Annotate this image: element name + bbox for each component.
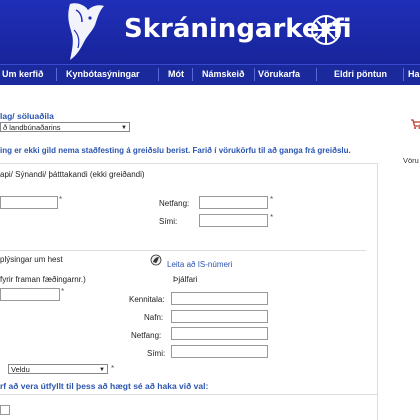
buyer-name-input[interactable] xyxy=(0,196,58,209)
required-mark: * xyxy=(59,195,63,204)
site-header: Skráningarkerfi xyxy=(0,0,420,64)
divider xyxy=(0,163,378,164)
nav-separator xyxy=(316,68,317,81)
nav-item-ha[interactable]: Ha xyxy=(408,69,420,79)
kennitala-label: Kennitala: xyxy=(129,295,165,304)
nav-item-eldri-pontun[interactable]: Eldri pöntun xyxy=(334,69,387,79)
chevron-down-icon: ▼ xyxy=(121,125,127,131)
choose-select[interactable]: Veldu ▼ xyxy=(8,364,108,374)
trainer-heading: Þjálfari xyxy=(173,275,198,284)
organization-select[interactable]: ð landbúnaðarins ▼ xyxy=(0,122,130,132)
horse-is-number-input[interactable] xyxy=(0,288,60,301)
required-fields-note: rf að vera útfyllt til þess að hægt sé a… xyxy=(0,381,209,391)
nafn-label: Nafn: xyxy=(144,313,164,322)
horse-logo-icon xyxy=(68,3,104,60)
panel-border xyxy=(377,163,378,420)
is-number-lookup-link[interactable]: Leita að IS-númeri xyxy=(167,260,232,269)
nav-item-kynbotasyningar[interactable]: Kynbótasýningar xyxy=(66,69,140,79)
nav-separator xyxy=(158,68,159,81)
nav-separator xyxy=(254,68,255,81)
required-mark: * xyxy=(61,287,65,296)
horse-heading: plýsingar um hest xyxy=(0,255,63,264)
divider xyxy=(0,250,366,251)
choose-select-value: Veldu xyxy=(11,365,30,374)
nav-item-namskeid[interactable]: Námskeið xyxy=(202,69,245,79)
trainer-simi-label: Sími: xyxy=(147,349,166,358)
required-mark: * xyxy=(270,195,274,204)
nav-item-mot[interactable]: Mót xyxy=(168,69,184,79)
horse-search-icon[interactable] xyxy=(150,254,162,266)
section-label: lag/ söluaðila xyxy=(0,111,54,121)
bottom-checkbox[interactable] xyxy=(0,405,10,415)
trainer-netfang-label: Netfang: xyxy=(131,331,162,340)
simi-label: Sími: xyxy=(159,217,178,226)
payment-warning: ing er ekki gild nema staðfesting á grei… xyxy=(0,146,351,155)
chevron-down-icon: ▼ xyxy=(99,367,105,373)
nav-item-vorukarfa[interactable]: Vörukarfa xyxy=(258,69,300,79)
nav-separator xyxy=(403,68,404,81)
netfang-label: Netfang: xyxy=(159,199,190,208)
nav-separator xyxy=(192,68,193,81)
buyer-email-input[interactable] xyxy=(199,196,268,209)
main-nav: Um kerfið Kynbótasýningar Mót Námskeið V… xyxy=(0,64,420,85)
trainer-kennitala-input[interactable] xyxy=(171,292,268,305)
trainer-name-input[interactable] xyxy=(171,310,268,323)
cart-icon[interactable] xyxy=(410,118,420,130)
trainer-email-input[interactable] xyxy=(171,327,268,340)
nav-item-um-kerfid[interactable]: Um kerfið xyxy=(2,69,44,79)
organization-select-value: ð landbúnaðarins xyxy=(3,123,61,132)
nav-separator xyxy=(56,68,57,81)
emblem-icon xyxy=(311,15,341,45)
birth-number-note: fyrir framan fæðingarnr.) xyxy=(0,275,86,284)
cart-side-label: Vöru xyxy=(403,156,419,165)
required-mark: * xyxy=(111,364,115,373)
buyer-heading: api/ Sýnandi/ þátttakandi (ekki greiðand… xyxy=(0,170,145,179)
required-mark: * xyxy=(270,213,274,222)
buyer-phone-input[interactable] xyxy=(199,214,268,227)
divider xyxy=(0,394,378,395)
trainer-phone-input[interactable] xyxy=(171,345,268,358)
